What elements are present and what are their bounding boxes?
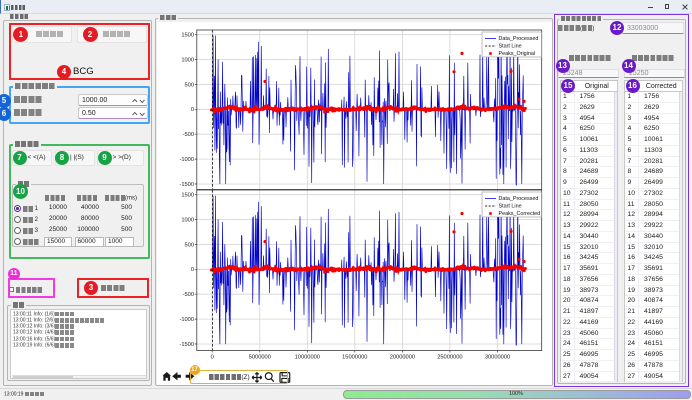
svg-text:Start Line: Start Line bbox=[499, 44, 522, 50]
svg-text:0: 0 bbox=[191, 267, 194, 273]
svg-text:20000000: 20000000 bbox=[390, 355, 415, 361]
svg-text:Data_Processed: Data_Processed bbox=[499, 196, 539, 202]
svg-text:1500: 1500 bbox=[181, 193, 194, 199]
svg-text:Data_Processed: Data_Processed bbox=[499, 36, 539, 42]
svg-text:0: 0 bbox=[191, 107, 194, 113]
svg-text:500: 500 bbox=[185, 242, 195, 248]
svg-text:-500: -500 bbox=[183, 292, 194, 298]
svg-text:-1500: -1500 bbox=[179, 182, 194, 188]
svg-text:-1500: -1500 bbox=[179, 342, 194, 348]
svg-text:-500: -500 bbox=[183, 132, 194, 138]
svg-text:Peaks_Corrected: Peaks_Corrected bbox=[499, 211, 541, 217]
svg-text:10000000: 10000000 bbox=[295, 355, 320, 361]
svg-text:1500: 1500 bbox=[181, 33, 194, 39]
svg-text:Start Line: Start Line bbox=[499, 204, 522, 210]
svg-text:-1000: -1000 bbox=[179, 317, 194, 323]
svg-text:-1000: -1000 bbox=[179, 157, 194, 163]
svg-text:30000000: 30000000 bbox=[485, 355, 510, 361]
svg-text:1000: 1000 bbox=[181, 57, 194, 63]
svg-text:5000000: 5000000 bbox=[249, 355, 271, 361]
svg-text:0: 0 bbox=[211, 355, 214, 361]
svg-text:1000: 1000 bbox=[181, 217, 194, 223]
svg-text:Peaks_Original: Peaks_Original bbox=[499, 51, 536, 57]
svg-text:500: 500 bbox=[185, 82, 195, 88]
svg-text:15000000: 15000000 bbox=[342, 355, 367, 361]
svg-text:25000000: 25000000 bbox=[437, 355, 462, 361]
